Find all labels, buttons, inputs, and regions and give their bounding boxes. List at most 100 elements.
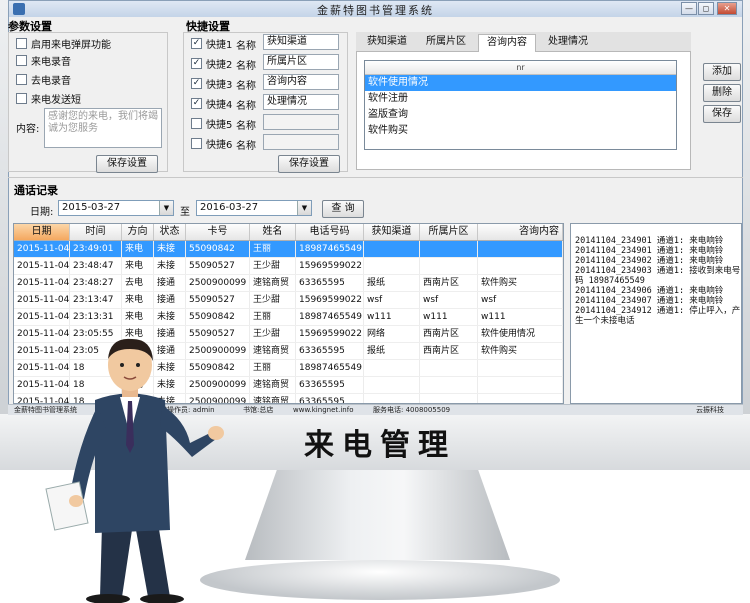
- query-button[interactable]: 查 询: [322, 200, 364, 218]
- table-cell: 23:48:27: [70, 275, 122, 291]
- table-row[interactable]: 2015-11-04 23:49:01 来电 未接 55090842 王丽 18987465…: [14, 241, 563, 258]
- consult-list[interactable]: nr 软件使用情况 软件注册 盗版查询 软件购买: [364, 60, 677, 150]
- add-button[interactable]: 添加: [703, 63, 741, 81]
- column-header[interactable]: 方向: [122, 224, 154, 240]
- checkbox-checked[interactable]: ✓: [191, 37, 202, 49]
- table-cell: 报纸: [364, 343, 420, 359]
- chevron-down-icon[interactable]: ▼: [159, 201, 173, 215]
- checkbox-checked[interactable]: ✓: [191, 77, 202, 89]
- minimize-button[interactable]: —: [681, 2, 697, 15]
- list-item[interactable]: 软件使用情况: [365, 75, 676, 91]
- name-label: 名称: [236, 41, 256, 52]
- quick-save-button[interactable]: 保存设置: [278, 155, 340, 173]
- checkbox[interactable]: [16, 73, 27, 85]
- restore-button[interactable]: ◻: [698, 2, 714, 15]
- table-header: 日期 时间 方向 状态 卡号 姓名 电话号码 获知渠道 所属片区 咨询内容: [14, 224, 563, 241]
- checkbox[interactable]: [16, 37, 27, 49]
- product-promo: 来电管理 金薪特图书管理系统 — ◻ ✕ 参数设置 启用来电弹屏功能 来电录音 …: [0, 0, 750, 603]
- checkbox[interactable]: [191, 137, 202, 149]
- column-header[interactable]: 获知渠道: [364, 224, 420, 240]
- column-header[interactable]: 时间: [70, 224, 122, 240]
- column-header[interactable]: 咨询内容: [478, 224, 563, 240]
- column-header[interactable]: 电话号码: [296, 224, 364, 240]
- table-row[interactable]: 2015-11-04 23:48:47 来电 未接 55090527 王少甜 1596959…: [14, 258, 563, 275]
- quick-name-input-6[interactable]: [263, 134, 339, 150]
- date-from-value: 2015-03-27: [62, 202, 121, 213]
- quick-item-5[interactable]: 快捷5: [191, 115, 232, 131]
- quick-label: 快捷5: [206, 119, 233, 131]
- table-row[interactable]: 2015-11-04 23:48:27 去电 接通 2500900099 速铭商贸 6336…: [14, 275, 563, 292]
- table-cell: 未接: [154, 241, 186, 257]
- quick-name-input-5[interactable]: [263, 114, 339, 130]
- status-website: www.kingnet.info: [293, 406, 354, 414]
- table-cell: 23:13:31: [70, 309, 122, 325]
- checkbox-checked[interactable]: ✓: [191, 57, 202, 69]
- quick-name-input-3[interactable]: 咨询内容: [263, 74, 339, 90]
- status-service: 服务电话: 4008005509: [373, 406, 451, 414]
- list-item[interactable]: 软件注册: [365, 91, 676, 107]
- column-header[interactable]: 状态: [154, 224, 186, 240]
- table-cell: 西南片区: [420, 275, 478, 291]
- quick-label: 快捷1: [206, 39, 233, 51]
- log-line: 20141104_234907 通道1: 来电响铃: [575, 296, 724, 306]
- table-cell: 速铭商贸: [250, 275, 296, 291]
- checkbox[interactable]: [191, 117, 202, 129]
- column-header[interactable]: 卡号: [186, 224, 250, 240]
- table-cell: 15969599022: [296, 326, 364, 342]
- table-row[interactable]: 2015-11-04 23:13:31 来电 未接 55090842 王丽 18987465…: [14, 309, 563, 326]
- table-cell: 18987465549: [296, 241, 364, 257]
- log-line: 20141104_234906 通道1: 来电响铃: [575, 286, 724, 296]
- tab-channel[interactable]: 获知渠道: [360, 34, 414, 52]
- option-label: 来电发送短: [31, 94, 81, 106]
- sms-content-textarea[interactable]: 感谢您的来电，我们将竭诚为您服务: [44, 108, 162, 148]
- option-outgoing-record[interactable]: 去电录音: [16, 71, 71, 87]
- table-cell: wsf: [364, 292, 420, 308]
- quick-label: 快捷4: [206, 99, 233, 111]
- list-header: nr: [365, 61, 676, 75]
- quick-name-input-1[interactable]: 获知渠道: [263, 34, 339, 50]
- date-to-picker[interactable]: 2016-03-27 ▼: [196, 200, 312, 216]
- option-popup[interactable]: 启用来电弹屏功能: [16, 35, 111, 51]
- checkbox-checked[interactable]: ✓: [191, 97, 202, 109]
- table-cell: [364, 258, 420, 274]
- chevron-down-icon[interactable]: ▼: [297, 201, 311, 215]
- column-header[interactable]: 姓名: [250, 224, 296, 240]
- table-row[interactable]: 2015-11-04 23:13:47 来电 接通 55090527 王少甜 1596959…: [14, 292, 563, 309]
- table-cell: 23:13:47: [70, 292, 122, 308]
- checkbox[interactable]: [16, 92, 27, 104]
- tab-handling[interactable]: 处理情况: [540, 34, 596, 52]
- quick-item-4[interactable]: ✓ 快捷4: [191, 95, 232, 111]
- tab-consult[interactable]: 咨询内容: [478, 34, 536, 52]
- table-cell: 报纸: [364, 275, 420, 291]
- quick-item-1[interactable]: ✓ 快捷1: [191, 35, 232, 51]
- delete-button[interactable]: 删除: [703, 84, 741, 102]
- table-cell: 63365595: [296, 394, 364, 403]
- date-from-picker[interactable]: 2015-03-27 ▼: [58, 200, 174, 216]
- call-log: 20141104_234901 通道1: 来电响铃 20141104_23490…: [570, 223, 742, 404]
- quick-item-6[interactable]: 快捷6: [191, 135, 232, 151]
- quick-name-input-4[interactable]: 处理情况: [263, 94, 339, 110]
- table-cell: 来电: [122, 292, 154, 308]
- table-cell: 王少甜: [250, 292, 296, 308]
- table-cell: 王少甜: [250, 326, 296, 342]
- table-cell: [420, 258, 478, 274]
- table-cell: 速铭商贸: [250, 377, 296, 393]
- log-line: 20141104_234901 通道1: 来电响铃: [575, 246, 724, 256]
- column-header[interactable]: 日期: [14, 224, 70, 240]
- quick-name-input-2[interactable]: 所属片区: [263, 54, 339, 70]
- list-item[interactable]: 盗版查询: [365, 107, 676, 123]
- option-incoming-record[interactable]: 来电录音: [16, 52, 71, 68]
- list-item[interactable]: 软件购买: [365, 123, 676, 139]
- close-button[interactable]: ✕: [717, 2, 737, 15]
- quick-item-3[interactable]: ✓ 快捷3: [191, 75, 232, 91]
- table-cell: [420, 377, 478, 393]
- quick-item-2[interactable]: ✓ 快捷2: [191, 55, 232, 71]
- option-send-sms[interactable]: 来电发送短: [16, 90, 81, 106]
- column-header[interactable]: 所属片区: [420, 224, 478, 240]
- tab-area[interactable]: 所属片区: [418, 34, 474, 52]
- params-save-button[interactable]: 保存设置: [96, 155, 158, 173]
- table-cell: 15969599022: [296, 258, 364, 274]
- checkbox[interactable]: [16, 54, 27, 66]
- status-company: 云振科技: [696, 406, 724, 414]
- save-button[interactable]: 保存: [703, 105, 741, 123]
